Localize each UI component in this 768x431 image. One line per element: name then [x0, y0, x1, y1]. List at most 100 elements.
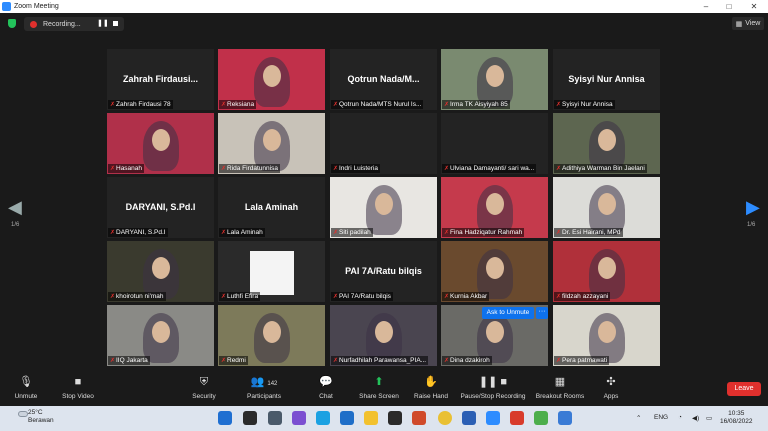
participant-tile[interactable]: ✗ Ulviana Damayanti/ sari wa...: [441, 113, 548, 174]
edge-icon[interactable]: [316, 411, 330, 425]
participant-tile[interactable]: ✗ Siti padilah: [330, 177, 437, 238]
word-icon[interactable]: [462, 411, 476, 425]
share-screen-button[interactable]: ⬆ Share Screen: [356, 372, 402, 406]
participants-button[interactable]: 👥 142 Participants: [244, 372, 284, 406]
minimize-button[interactable]: –: [695, 0, 717, 13]
participant-tile[interactable]: Zahrah Firdausi... ✗ Zahrah Firdausi 78: [107, 49, 214, 110]
participant-name: Adithiya Warman Bin Jaelani: [562, 165, 645, 172]
person-face: [486, 257, 504, 279]
apps-button[interactable]: ✣ Apps: [600, 372, 622, 406]
unmute-button[interactable]: 🎙 Unmute: [10, 372, 42, 406]
participant-name: khoirotun ni'mah: [116, 293, 164, 300]
app-icon-3[interactable]: [558, 411, 572, 425]
muted-mic-icon: ✗: [444, 229, 450, 236]
participant-name: Irma TK Aisyiyah 85: [450, 101, 508, 108]
wifi-icon[interactable]: ◔: [678, 414, 682, 421]
participant-tile[interactable]: ✗ Rida Firdatunnisa: [218, 113, 325, 174]
next-page-arrow-icon[interactable]: ▶: [746, 197, 760, 218]
search-icon[interactable]: [243, 411, 257, 425]
breakout-rooms-button[interactable]: ▦ Breakout Rooms: [534, 372, 586, 406]
pause-recording-icon[interactable]: ❚❚: [97, 19, 109, 27]
prev-page-indicator: 1/6: [11, 222, 20, 228]
muted-mic-icon: ✗: [333, 293, 339, 300]
participant-name: Qotrun Nada/MTS Nurul Is...: [339, 101, 422, 108]
participant-display-name: DARYANI, S.Pd.I: [125, 202, 196, 212]
view-button[interactable]: ▦ View: [732, 17, 764, 30]
encryption-shield-icon[interactable]: [8, 19, 16, 28]
grid-icon: ▦: [735, 20, 743, 28]
hand-icon: ✋: [424, 376, 438, 388]
participant-tile[interactable]: ✗ Nurfadhilah Parawansa_PIA...: [330, 305, 437, 366]
window-title: Zoom Meeting: [14, 3, 59, 10]
zoom-taskbar-icon[interactable]: [486, 411, 500, 425]
participant-tile[interactable]: ✗ Hasanah: [107, 113, 214, 174]
participant-tile[interactable]: ✗ Pera patmawati: [553, 305, 660, 366]
participant-tile[interactable]: ✗ Irma TK Aisyiyah 85: [441, 49, 548, 110]
battery-icon[interactable]: ▭: [706, 414, 712, 422]
tray-expand-icon[interactable]: ⌃: [636, 414, 641, 422]
mail-icon[interactable]: [340, 411, 354, 425]
prev-page-arrow-icon[interactable]: ◀: [8, 197, 22, 218]
participant-tile[interactable]: Lala Aminah ✗ Lala Aminah: [218, 177, 325, 238]
participant-name: Pera patmawati: [562, 357, 608, 364]
muted-mic-icon: ✗: [221, 293, 227, 300]
participant-tile[interactable]: ✗ Adithiya Warman Bin Jaelani: [553, 113, 660, 174]
weather-condition: Berawan: [28, 417, 54, 424]
maximize-button[interactable]: □: [718, 0, 740, 13]
recording-dot-icon: [30, 20, 37, 28]
file-explorer-icon[interactable]: [364, 411, 378, 425]
participant-name-label: ✗ Dina dzakiroh: [442, 356, 492, 365]
chat-button[interactable]: 💬 Chat: [314, 372, 338, 406]
participant-tile[interactable]: ✗ fildzah azzayani: [553, 241, 660, 302]
participant-name-label: ✗ Siti padilah: [331, 228, 373, 237]
participant-name: Fina Hadziqatur Rahmah: [450, 229, 523, 236]
cloud-icon: [18, 411, 28, 417]
powerpoint-icon[interactable]: [510, 411, 524, 425]
pause-stop-recording-button[interactable]: ❚❚ ■ Pause/Stop Recording: [458, 372, 528, 406]
participant-tile[interactable]: PAI 7A/Ratu bilqis ✗ PAI 7A/Ratu bilqis: [330, 241, 437, 302]
participant-tile[interactable]: ✗ IIQ Jakarta: [107, 305, 214, 366]
task-view-icon[interactable]: [268, 411, 282, 425]
muted-mic-icon: ✗: [333, 101, 339, 108]
participant-display-name: Syisyi Nur Annisa: [568, 74, 645, 84]
participant-tile[interactable]: ✗ Kurnia Akbar: [441, 241, 548, 302]
language-indicator[interactable]: ENG: [654, 414, 668, 421]
start-icon[interactable]: [218, 411, 232, 425]
participant-name: Dina dzakiroh: [450, 357, 490, 364]
raise-hand-button[interactable]: ✋ Raise Hand: [412, 372, 450, 406]
participant-tile[interactable]: Qotrun Nada/M... ✗ Qotrun Nada/MTS Nurul I…: [330, 49, 437, 110]
participant-tile[interactable]: ✗ khoirotun ni'mah: [107, 241, 214, 302]
participant-tile[interactable]: Syisyi Nur Annisa ✗ Syisyi Nur Annisa: [553, 49, 660, 110]
stop-recording-icon[interactable]: [113, 21, 118, 26]
participant-tile[interactable]: ✗ Redmi: [218, 305, 325, 366]
teams-chat-icon[interactable]: [292, 411, 306, 425]
app-icon[interactable]: [412, 411, 426, 425]
participant-name-label: ✗ Ulviana Damayanti/ sari wa...: [442, 164, 537, 173]
volume-icon[interactable]: ◀): [692, 414, 699, 422]
app-icon-2[interactable]: [534, 411, 548, 425]
close-button[interactable]: ✕: [743, 0, 765, 13]
muted-mic-icon: ✗: [110, 357, 116, 364]
participant-tile[interactable]: ✗ Luthfi Efira: [218, 241, 325, 302]
person-face: [375, 193, 393, 215]
person-face: [486, 65, 504, 87]
participant-tile[interactable]: ✗ Reksiana: [218, 49, 325, 110]
security-button[interactable]: ⛨ Security: [190, 372, 218, 406]
participant-tile[interactable]: ✗ Dr. Esi Hairani, MPd: [553, 177, 660, 238]
more-options-button[interactable]: ···: [536, 307, 548, 319]
ask-to-unmute-button[interactable]: Ask to Unmute: [482, 307, 534, 319]
participant-name-label: ✗ PAI 7A/Ratu bilqis: [331, 292, 393, 301]
muted-mic-icon: ✗: [221, 101, 227, 108]
windows-taskbar: 25°C Berawan ⌃ ENG ◔ ◀) ▭ 10:35 16/08/20…: [0, 406, 768, 431]
participant-tile[interactable]: ✗ Fina Hadziqatur Rahmah: [441, 177, 548, 238]
video-camera-icon: ■: [74, 376, 82, 388]
participant-tile[interactable]: ✗ Indri Luisteria: [330, 113, 437, 174]
chrome-icon[interactable]: [438, 411, 452, 425]
weather-widget[interactable]: 25°C Berawan: [18, 409, 54, 425]
stop-video-button[interactable]: ■ Stop Video: [58, 372, 98, 406]
clock[interactable]: 10:35 16/08/2022: [720, 410, 753, 426]
participant-tile[interactable]: DARYANI, S.Pd.I ✗ DARYANI, S.Pd.I: [107, 177, 214, 238]
store-icon[interactable]: [388, 411, 402, 425]
participant-name: Siti padilah: [339, 229, 371, 236]
leave-button[interactable]: Leave: [727, 382, 761, 396]
